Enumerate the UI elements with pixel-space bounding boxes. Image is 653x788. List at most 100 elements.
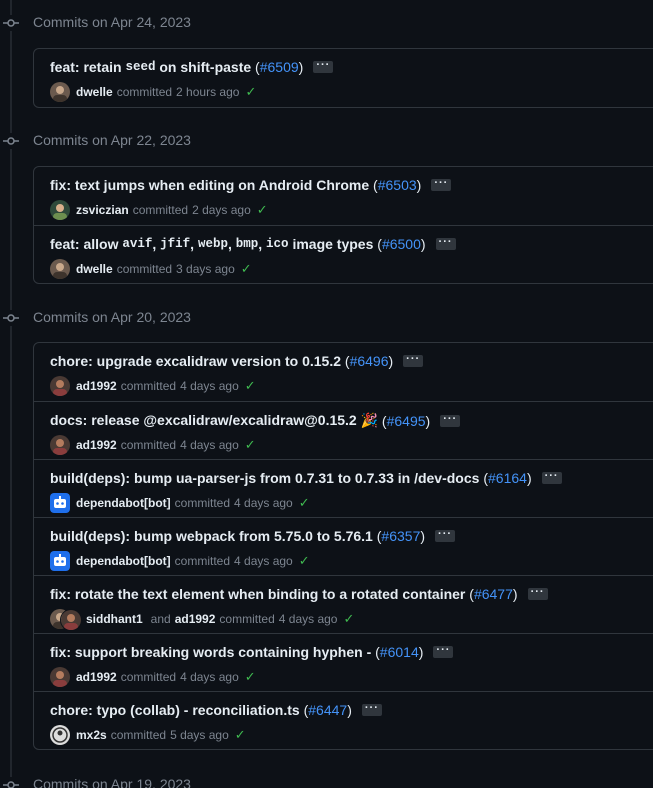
commit-message-text: image types xyxy=(288,236,378,252)
author-link[interactable]: ad1992 xyxy=(76,670,117,684)
author-link[interactable]: ad1992 xyxy=(175,612,216,626)
expand-message-button[interactable]: ··· xyxy=(361,703,382,716)
commit-message-text: , xyxy=(190,236,198,252)
expand-message-button[interactable]: ··· xyxy=(435,237,456,250)
commit-time[interactable]: 5 days ago xyxy=(170,728,229,742)
avatar-pair xyxy=(50,609,82,631)
pull-request-link[interactable]: #6496 xyxy=(350,353,389,369)
avatar[interactable] xyxy=(50,493,70,513)
author-link[interactable]: dependabot[bot] xyxy=(76,496,171,510)
commit-time[interactable]: 4 days ago xyxy=(234,496,293,510)
pull-request-link[interactable]: #6447 xyxy=(308,702,347,718)
pull-request-link[interactable]: #6477 xyxy=(474,586,513,602)
commit-meta: dependabot[bot] committed 4 days ago ✓ xyxy=(50,551,310,571)
pull-request-link[interactable]: #6357 xyxy=(381,528,420,544)
commit-row: fix: rotate the text element when bindin… xyxy=(34,575,653,633)
check-icon[interactable]: ✓ xyxy=(241,261,252,277)
commit-meta: mx2s committed 5 days ago ✓ xyxy=(50,725,246,745)
avatar[interactable] xyxy=(50,82,70,102)
commit-message[interactable]: build(deps): bump webpack from 5.75.0 to… xyxy=(50,528,456,544)
expand-message-button[interactable]: ··· xyxy=(313,60,334,73)
commit-time[interactable]: 2 days ago xyxy=(192,203,251,217)
check-icon[interactable]: ✓ xyxy=(299,495,310,511)
pull-request-link[interactable]: #6495 xyxy=(387,413,426,429)
committed-label: committed xyxy=(110,728,167,742)
expand-message-button[interactable]: ··· xyxy=(541,471,562,484)
committed-label: committed xyxy=(120,438,177,452)
avatar[interactable] xyxy=(50,667,70,687)
commit-time[interactable]: 4 days ago xyxy=(180,670,239,684)
pull-request-link[interactable]: #6164 xyxy=(488,470,527,486)
paren-close: ) xyxy=(420,528,426,544)
commit-message[interactable]: feat: retain seed on shift-paste (#6509)… xyxy=(50,59,334,75)
commit-message[interactable]: build(deps): bump ua-parser-js from 0.7.… xyxy=(50,470,562,486)
commit-timeline-icon xyxy=(3,15,19,31)
commit-message[interactable]: docs: release @excalidraw/excalidraw@0.1… xyxy=(50,412,461,429)
avatar[interactable] xyxy=(50,725,70,745)
author-link[interactable]: dependabot[bot] xyxy=(76,554,171,568)
commit-message-text: build(deps): bump ua-parser-js from 0.7.… xyxy=(50,470,484,486)
author-link[interactable]: mx2s xyxy=(76,728,107,742)
commit-list: fix: text jumps when editing on Android … xyxy=(33,166,653,284)
check-icon[interactable]: ✓ xyxy=(257,202,268,218)
author-link[interactable]: dwelle xyxy=(76,85,113,99)
commit-row: fix: text jumps when editing on Android … xyxy=(34,167,653,225)
commit-message-text: on shift-paste xyxy=(155,59,256,75)
paren-close: ) xyxy=(512,586,518,602)
check-icon[interactable]: ✓ xyxy=(245,378,256,394)
author-link[interactable]: ad1992 xyxy=(76,438,117,452)
pull-request-link[interactable]: #6509 xyxy=(260,59,299,75)
commit-message-text: fix: text jumps when editing on Android … xyxy=(50,177,374,193)
commit-message[interactable]: chore: upgrade excalidraw version to 0.1… xyxy=(50,353,424,369)
expand-message-button[interactable]: ··· xyxy=(433,645,454,658)
commit-time[interactable]: 3 days ago xyxy=(176,262,235,276)
pull-request-link[interactable]: #6503 xyxy=(378,177,417,193)
inline-code: webp xyxy=(197,237,228,251)
commit-history-page: Commits on Apr 24, 2023 feat: retain seed… xyxy=(0,0,653,788)
commit-message-text: fix: rotate the text element when bindin… xyxy=(50,586,470,602)
check-icon[interactable]: ✓ xyxy=(245,437,256,453)
commit-message[interactable]: fix: rotate the text element when bindin… xyxy=(50,586,548,602)
pull-request-link[interactable]: #6500 xyxy=(382,236,421,252)
pull-request-link[interactable]: #6014 xyxy=(380,644,419,660)
check-icon[interactable]: ✓ xyxy=(245,84,256,100)
author-link[interactable]: ad1992 xyxy=(76,379,117,393)
commit-meta: siddhant1 and ad1992 committed 4 days ago ✓ xyxy=(50,609,354,631)
avatar[interactable] xyxy=(50,435,70,455)
commit-meta: ad1992 committed 4 days ago ✓ xyxy=(50,667,256,687)
author-link[interactable]: zsviczian xyxy=(76,203,129,217)
check-icon[interactable]: ✓ xyxy=(343,611,354,627)
avatar[interactable] xyxy=(50,200,70,220)
commit-message-text: feat: retain xyxy=(50,59,126,75)
inline-code: ico xyxy=(266,237,289,251)
commit-time[interactable]: 4 days ago xyxy=(180,438,239,452)
commit-time[interactable]: 4 days ago xyxy=(180,379,239,393)
commit-time[interactable]: 4 days ago xyxy=(234,554,293,568)
commit-message[interactable]: fix: support breaking words containing h… xyxy=(50,644,454,660)
expand-message-button[interactable]: ··· xyxy=(403,354,424,367)
commit-message[interactable]: fix: text jumps when editing on Android … xyxy=(50,177,452,193)
avatar[interactable] xyxy=(50,259,70,279)
avatar[interactable] xyxy=(50,376,70,396)
check-icon[interactable]: ✓ xyxy=(299,553,310,569)
commit-message[interactable]: feat: allow avif, jfif, webp, bmp, ico i… xyxy=(50,236,456,252)
commit-group-title: Commits on Apr 24, 2023 xyxy=(33,14,191,30)
avatar[interactable] xyxy=(50,551,70,571)
commit-timeline-icon xyxy=(3,777,19,788)
expand-message-button[interactable]: ··· xyxy=(440,413,461,427)
expand-message-button[interactable]: ··· xyxy=(435,529,456,542)
check-icon[interactable]: ✓ xyxy=(245,669,256,685)
author-link[interactable]: dwelle xyxy=(76,262,113,276)
inline-code: jfif xyxy=(160,237,191,251)
commit-message[interactable]: chore: typo (collab) - reconciliation.ts… xyxy=(50,702,382,718)
avatar[interactable] xyxy=(60,609,82,631)
paren-close: ) xyxy=(526,470,532,486)
expand-message-button[interactable]: ··· xyxy=(527,587,548,600)
check-icon[interactable]: ✓ xyxy=(235,727,246,743)
committed-label: committed xyxy=(174,496,231,510)
commit-time[interactable]: 4 days ago xyxy=(279,612,338,626)
expand-message-button[interactable]: ··· xyxy=(431,178,452,191)
author-link[interactable]: siddhant1 xyxy=(86,612,143,626)
commit-message-text: chore: typo (collab) - reconciliation.ts xyxy=(50,702,304,718)
commit-time[interactable]: 2 hours ago xyxy=(176,85,239,99)
